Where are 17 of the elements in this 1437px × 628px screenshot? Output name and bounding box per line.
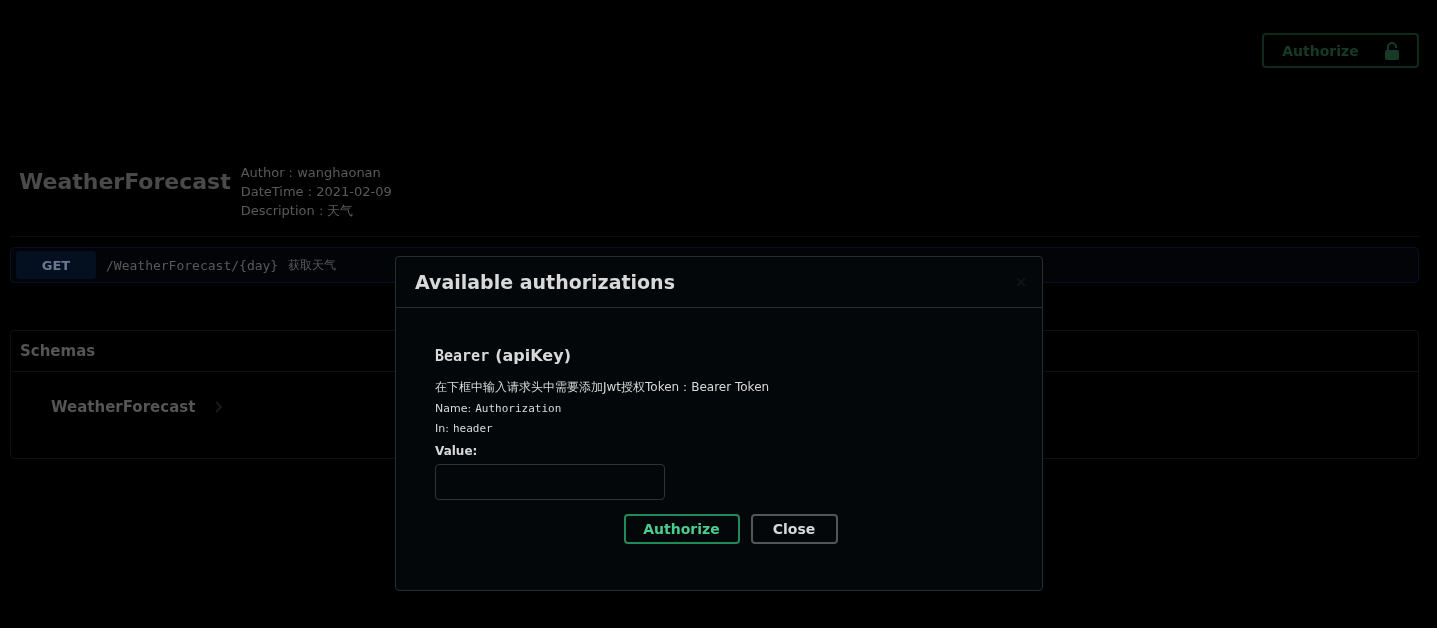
field-label: Name: (435, 402, 472, 415)
value-label: Value: (435, 444, 478, 458)
field-label: In: (435, 422, 449, 435)
operation-path: /WeatherForecast/{day} (106, 257, 279, 273)
dialog-title: Available authorizations (415, 271, 675, 293)
method-badge: GET (16, 251, 96, 279)
schemas-title: Schemas (20, 342, 96, 360)
info-line: DateTime : 2021-02-09 (240, 183, 392, 201)
field-value: Authorization (475, 402, 562, 415)
info-line: Author : wanghaonan (240, 164, 382, 182)
api-title: WeatherForecast (19, 169, 231, 194)
scheme-description: 在下框中输入请求头中需要添加Jwt授权Token：Bearer Token (435, 379, 770, 396)
field-value: header (452, 422, 493, 435)
scheme-type: (apiKey) (495, 346, 571, 365)
info-line: Description : 天气 (240, 202, 355, 220)
scheme-name: Bearer (435, 347, 490, 365)
operation-summary: 获取天气 (288, 256, 337, 274)
